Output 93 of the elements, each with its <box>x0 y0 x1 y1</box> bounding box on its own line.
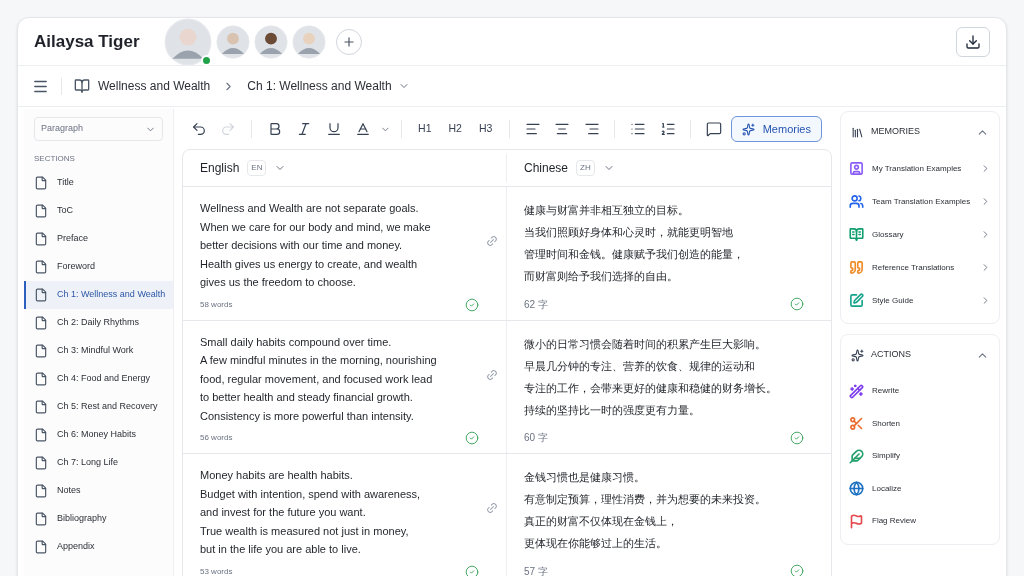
redo-icon <box>220 121 237 137</box>
segment-text[interactable]: Money habits are health habits. Budget with intention, spend with awareness, and invest for the future you want. True wealth is measured not just in money, but in the life you are able to live. <box>200 466 489 559</box>
action-item[interactable]: Rewrite <box>841 375 999 408</box>
document-icon <box>34 456 48 470</box>
segment-text-line[interactable]: 当我们照顾好身体和心灵时，就能更明智地 <box>524 221 814 243</box>
memories-button[interactable]: Memories <box>730 116 822 142</box>
numbered-list-icon <box>659 121 676 137</box>
character-count: 60 字 <box>524 431 548 445</box>
plus-icon <box>342 34 356 49</box>
document-icon <box>34 344 48 358</box>
action-item[interactable]: Flag Review <box>841 505 999 538</box>
language-code-tag: EN <box>247 160 267 176</box>
section-item[interactable]: Bibliography <box>24 505 173 533</box>
section-item[interactable]: Ch 2: Daily Rhythms <box>24 309 173 337</box>
sparkles-icon <box>741 122 755 136</box>
document-icon <box>34 260 48 274</box>
align-right-icon <box>583 121 600 137</box>
section-item[interactable]: ToC <box>24 197 173 225</box>
document-icon <box>34 512 48 526</box>
word-count: 56 words <box>200 432 233 444</box>
memory-item[interactable]: Reference Translations <box>841 251 999 284</box>
action-item[interactable]: Localize <box>841 472 999 505</box>
segment-text-line[interactable]: 真正的财富不仅体现在金钱上， <box>524 510 814 532</box>
paragraph-style-select[interactable]: Paragraph <box>34 117 163 141</box>
segment-text-line[interactable]: 金钱习惯也是健康习惯。 <box>524 466 814 488</box>
section-item[interactable]: Ch 3: Mindful Work <box>24 337 173 365</box>
library-icon <box>851 125 864 139</box>
segment-text[interactable]: Wellness and Wealth are not separate goals. When we care for our body and mind, we make better decisions with our time and money. Health gives us energy to create, and wealth gives us the freedom to choose. <box>200 199 489 292</box>
sections-heading: SECTIONS <box>34 153 76 165</box>
heading-button[interactable]: H3 <box>472 121 499 137</box>
segment-text-line[interactable]: 微小的日常习惯会随着时间的积累产生巨大影响。 <box>524 332 814 355</box>
document-icon <box>34 372 48 386</box>
section-item[interactable]: Title <box>24 169 173 197</box>
action-item[interactable]: Shorten <box>841 407 999 440</box>
document-icon <box>34 428 48 442</box>
document-icon <box>34 288 48 302</box>
download-button[interactable] <box>956 26 990 57</box>
avatar[interactable] <box>254 24 288 59</box>
document-icon <box>34 484 48 498</box>
character-count: 57 字 <box>524 564 548 576</box>
section-item[interactable]: Ch 6: Money Habits <box>24 421 173 449</box>
section-item[interactable]: Notes <box>24 477 173 505</box>
word-count: 53 words <box>200 565 233 576</box>
section-item[interactable]: Ch 5: Rest and Recovery <box>24 393 173 421</box>
book-title[interactable]: Wellness and Wealth <box>98 77 211 95</box>
segment-text[interactable]: Small daily habits compound over time. A few mindful minutes in the morning, nourishing food, regular movement, and focused work lead to better health and steady financial growth. Consistency is more powerful than intensity. <box>200 332 489 425</box>
undo-icon <box>190 121 207 137</box>
segment-text-line[interactable]: 健康与财富并非相互独立的目标。 <box>524 199 814 221</box>
language-label: Chinese <box>524 160 569 177</box>
section-item[interactable]: Appendix <box>24 533 173 561</box>
section-item[interactable]: Ch 1: Wellness and Wealth <box>24 281 173 309</box>
language-code-tag: ZH <box>576 160 595 176</box>
segment-text-line[interactable]: 更体现在你能够过上的生活。 <box>524 532 814 554</box>
memory-item[interactable]: Style Guide <box>841 284 999 317</box>
document-icon <box>34 232 48 246</box>
segment-text-line[interactable]: 有意制定预算，理性消费，并为想要的未来投资。 <box>524 488 814 510</box>
align-center-icon <box>554 121 571 137</box>
menu-button[interactable] <box>32 77 62 95</box>
panel-heading: MEMORIES <box>871 125 920 139</box>
language-label: English <box>200 160 240 177</box>
sparkles-icon <box>851 348 864 362</box>
section-item[interactable]: Preface <box>24 225 173 253</box>
book-icon <box>74 78 90 94</box>
comment-icon <box>705 121 722 137</box>
segment-text-line[interactable]: 早晨几分钟的专注、营养的饮食、规律的运动和 <box>524 354 814 377</box>
memory-item[interactable]: Team Translation Examples <box>841 185 999 218</box>
heading-button[interactable]: H1 <box>411 121 438 137</box>
panel-heading: ACTIONS <box>871 348 911 362</box>
align-left-icon <box>524 121 541 137</box>
memory-item[interactable]: Glossary <box>841 218 999 251</box>
segment-text-line[interactable]: 持续的坚持比一时的强度更有力量。 <box>524 398 814 421</box>
memory-item[interactable]: My Translation Examples <box>841 152 999 185</box>
document-icon <box>34 316 48 330</box>
section-item[interactable]: Ch 7: Long Life <box>24 449 173 477</box>
segment-text-line[interactable]: 管理时间和金钱。健康赋予我们创造的能量， <box>524 243 814 265</box>
text-color-icon <box>355 121 372 137</box>
section-item[interactable]: Foreword <box>24 253 173 281</box>
document-icon <box>34 176 48 190</box>
document-icon <box>34 204 48 218</box>
action-item[interactable]: Simplify <box>841 440 999 473</box>
segment-text-line[interactable]: 专注的工作，会带来更好的健康和稳健的财务增长。 <box>524 376 814 399</box>
chapter-dropdown[interactable]: Ch 1: Wellness and Wealth <box>247 77 410 95</box>
segment-text-line[interactable]: 而财富则给予我们选择的自由。 <box>524 265 814 287</box>
bullet-list-icon <box>630 121 647 137</box>
document-icon <box>34 400 48 414</box>
word-count: 58 words <box>200 298 233 311</box>
download-icon <box>965 33 981 50</box>
window-title: Ailaysa Tiger <box>34 30 141 53</box>
section-item[interactable]: Ch 4: Food and Energy <box>24 365 173 393</box>
character-count: 62 字 <box>524 297 548 312</box>
document-icon <box>34 540 48 554</box>
underline-icon <box>325 121 342 137</box>
heading-button[interactable]: H2 <box>442 121 469 137</box>
